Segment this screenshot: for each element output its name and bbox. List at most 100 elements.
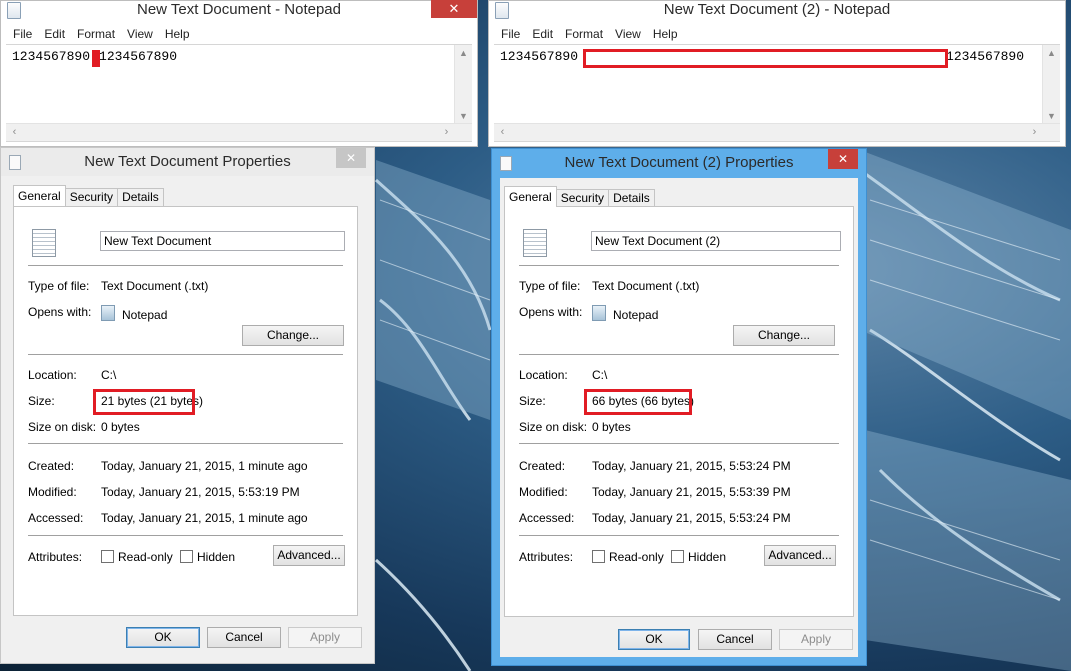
vertical-scrollbar[interactable]: ▲ ▼ [1042,45,1060,124]
tab-security[interactable]: Security [555,189,610,207]
checkbox-icon[interactable] [101,550,114,563]
checkbox-icon[interactable] [180,550,193,563]
menu-help[interactable]: Help [159,27,196,41]
type-label: Type of file: [28,279,90,293]
close-icon: ✕ [448,1,460,16]
scroll-up-icon[interactable]: ▲ [455,45,472,61]
menu-edit[interactable]: Edit [38,27,71,41]
notepad-icon [495,2,509,19]
scroll-up-icon[interactable]: ▲ [1043,45,1060,61]
advanced-button[interactable]: Advanced... [273,545,345,566]
filename-field[interactable]: New Text Document [100,231,345,251]
properties-dialog-2: New Text Document (2) Properties ✕ Gener… [491,148,867,666]
menu-format[interactable]: Format [559,27,609,41]
ok-button[interactable]: OK [126,627,200,648]
scroll-down-icon[interactable]: ▼ [455,108,472,124]
file-icon [9,155,21,170]
horizontal-scrollbar[interactable]: ‹ › [6,123,472,141]
menu-format[interactable]: Format [71,27,121,41]
cancel-button[interactable]: Cancel [698,629,772,650]
readonly-checkbox[interactable]: Read-only [101,550,173,564]
change-button[interactable]: Change... [242,325,344,346]
accessed-value: Today, January 21, 2015, 5:53:24 PM [592,511,791,525]
tab-general[interactable]: General [504,186,557,207]
text-file-icon [32,229,56,257]
title-bar[interactable]: New Text Document Properties ✕ [1,148,374,176]
menu-bar: File Edit Format View Help [1,24,477,44]
scroll-left-icon[interactable]: ‹ [6,124,23,141]
apply-button[interactable]: Apply [288,627,362,648]
menu-view[interactable]: View [609,27,647,41]
modified-value: Today, January 21, 2015, 5:53:19 PM [101,485,300,499]
dialog-title: New Text Document (2) Properties [564,154,794,171]
modified-value: Today, January 21, 2015, 5:53:39 PM [592,485,791,499]
checkbox-icon[interactable] [592,550,605,563]
tab-strip: General Security Details [13,184,164,206]
divider [28,354,343,355]
general-panel: New Text Document (2) Type of file: Text… [504,206,854,617]
divider [519,354,839,355]
text-segment-left: 1234567890 [12,49,91,64]
scroll-left-icon[interactable]: ‹ [494,124,511,141]
window-title: New Text Document (2) - Notepad [663,1,891,18]
advanced-button[interactable]: Advanced... [764,545,836,566]
menu-edit[interactable]: Edit [526,27,559,41]
hidden-checkbox[interactable]: Hidden [671,550,726,564]
size-on-disk-label: Size on disk: [28,420,97,434]
readonly-label: Read-only [118,550,173,564]
attributes-label: Attributes: [519,550,574,564]
general-panel: New Text Document Type of file: Text Doc… [13,206,358,616]
title-bar[interactable]: New Text Document (2) - Notepad [489,1,1065,19]
dialog-body: General Security Details New Text Docume… [1,176,374,663]
accessed-label: Accessed: [519,511,575,525]
close-button[interactable]: ✕ [336,148,366,168]
close-button[interactable]: ✕ [828,149,858,169]
notepad-window-2: New Text Document (2) - Notepad File Edi… [488,0,1066,147]
attributes-label: Attributes: [28,550,83,564]
horizontal-scrollbar[interactable]: ‹ › [494,123,1060,141]
ok-button[interactable]: OK [618,629,690,650]
scroll-right-icon[interactable]: › [1026,124,1043,141]
menu-help[interactable]: Help [647,27,684,41]
menu-view[interactable]: View [121,27,159,41]
scroll-right-icon[interactable]: › [438,124,455,141]
size-on-disk-value: 0 bytes [101,420,140,434]
divider [519,443,839,444]
text-editor[interactable]: 1234567890 1234567890 ▲ ▼ ‹ › [6,44,472,142]
size-on-disk-value: 0 bytes [592,420,631,434]
title-bar[interactable]: New Text Document - Notepad ✕ [1,0,477,19]
scroll-down-icon[interactable]: ▼ [1043,108,1060,124]
tab-details[interactable]: Details [117,188,164,206]
change-button[interactable]: Change... [733,325,835,346]
tab-security[interactable]: Security [64,188,119,206]
hidden-checkbox[interactable]: Hidden [180,550,235,564]
opens-with-app: Notepad [613,308,659,322]
filename-field[interactable]: New Text Document (2) [591,231,841,251]
divider [28,535,343,536]
tab-general[interactable]: General [13,185,66,206]
cancel-button[interactable]: Cancel [207,627,281,648]
divider [519,265,839,266]
type-value: Text Document (.txt) [101,279,209,293]
tab-details[interactable]: Details [608,189,655,207]
close-button[interactable]: ✕ [431,0,477,18]
checkbox-icon[interactable] [671,550,684,563]
text-segment-left: 1234567890 [500,49,579,64]
highlight-marker [92,50,100,67]
size-highlight [584,389,692,415]
highlight-marker [583,49,948,68]
text-segment-right: 1234567890 [946,49,1025,64]
close-icon: ✕ [345,151,357,165]
location-label: Location: [519,368,568,382]
readonly-checkbox[interactable]: Read-only [592,550,664,564]
opens-with-app: Notepad [122,308,168,322]
menu-file[interactable]: File [7,27,38,41]
menu-file[interactable]: File [495,27,526,41]
title-bar[interactable]: New Text Document (2) Properties ✕ [492,149,866,177]
opens-with-label: Opens with: [28,305,92,319]
close-icon: ✕ [837,152,849,166]
text-editor[interactable]: 1234567890 1234567890 ▲ ▼ ‹ › [494,44,1060,142]
tab-strip: General Security Details [504,185,655,207]
apply-button[interactable]: Apply [779,629,853,650]
vertical-scrollbar[interactable]: ▲ ▼ [454,45,472,124]
